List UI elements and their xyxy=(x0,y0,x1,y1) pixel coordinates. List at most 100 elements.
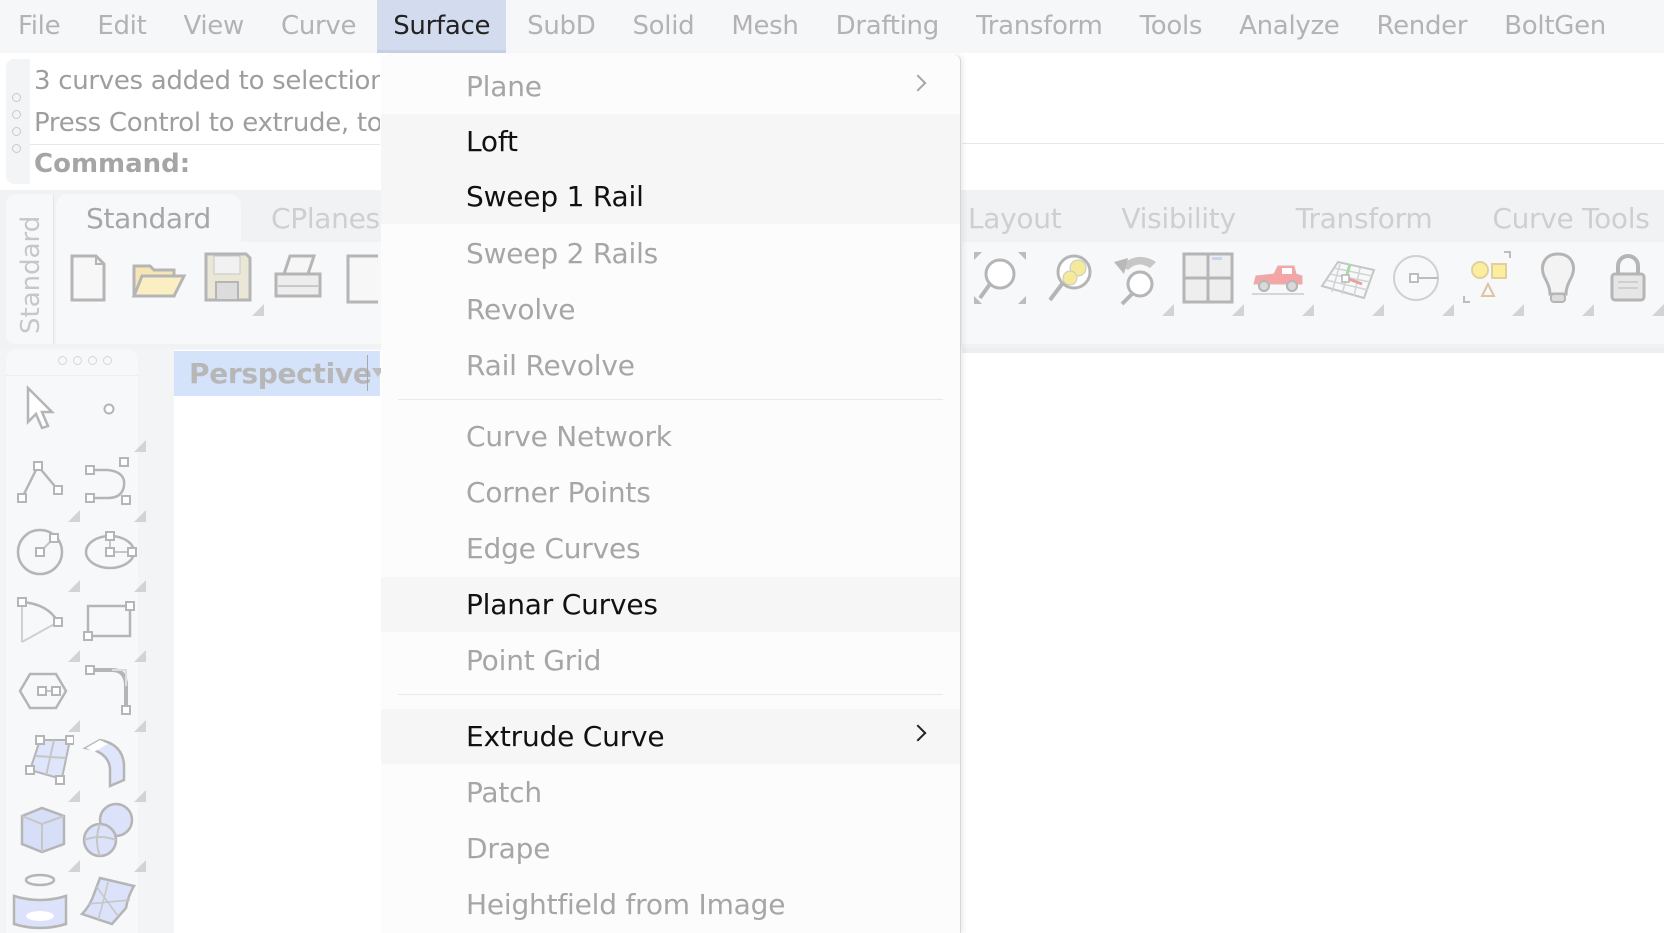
curve-icon[interactable] xyxy=(78,450,146,522)
menu-tools[interactable]: Tools xyxy=(1140,0,1203,53)
menu-render[interactable]: Render xyxy=(1377,0,1468,53)
open-folder-icon[interactable] xyxy=(128,248,188,308)
viewport-tab[interactable]: Perspective xyxy=(174,351,384,396)
surface-from-points-icon[interactable] xyxy=(12,730,80,802)
menu-bar: File Edit View Curve Surface SubD Solid … xyxy=(0,0,1664,53)
ellipse-icon[interactable] xyxy=(78,520,146,592)
tab-visibility[interactable]: Visibility xyxy=(1091,194,1265,242)
menu-curve[interactable]: Curve xyxy=(281,0,357,53)
command-divider xyxy=(962,143,1664,144)
light-bulb-icon[interactable] xyxy=(1528,248,1594,316)
tab-standard[interactable]: Standard xyxy=(56,194,241,242)
tab-layout[interactable]: Layout xyxy=(968,194,1091,242)
cylinder-icon[interactable] xyxy=(12,870,74,932)
menu-solid[interactable]: Solid xyxy=(632,0,694,53)
menu-boltgen[interactable]: BoltGen xyxy=(1504,0,1606,53)
menu-item-sweep-2-rails[interactable]: Sweep 2 Rails xyxy=(381,226,960,281)
flyout-corner xyxy=(1512,304,1524,316)
grip-dot xyxy=(12,127,21,136)
menu-drafting[interactable]: Drafting xyxy=(836,0,940,53)
grip-dot xyxy=(12,93,21,102)
zoom-extents-icon[interactable] xyxy=(970,248,1030,308)
menu-item-patch[interactable]: Patch xyxy=(381,765,960,820)
menu-item-label: Revolve xyxy=(466,293,576,326)
zoom-selected-icon[interactable] xyxy=(1040,248,1100,308)
lock-icon[interactable] xyxy=(1598,248,1664,316)
menu-item-extrude-curve[interactable]: Extrude Curve xyxy=(381,709,960,764)
circle-icon[interactable] xyxy=(12,520,80,592)
toolbar-group-tab[interactable]: Standard xyxy=(6,194,54,344)
menu-item-label: Rail Revolve xyxy=(466,349,635,382)
command-history-line: Press Control to extrude, to xyxy=(34,108,380,138)
menu-item-edge-curves[interactable]: Edge Curves xyxy=(381,521,960,576)
command-divider xyxy=(30,144,380,145)
arc-icon[interactable] xyxy=(12,590,80,662)
flyout-corner xyxy=(1582,304,1594,316)
select-arrow-icon[interactable] xyxy=(12,380,74,442)
polygon-icon[interactable] xyxy=(12,660,80,732)
object-snap-icon[interactable] xyxy=(1388,248,1454,316)
menu-surface[interactable]: Surface xyxy=(377,0,507,53)
menu-item-planar-curves[interactable]: Planar Curves xyxy=(381,577,960,632)
mesh-surface-icon[interactable] xyxy=(78,870,140,932)
toolbar-group-label: Standard xyxy=(16,215,46,334)
polyline-icon[interactable] xyxy=(12,450,80,522)
undo-view-icon[interactable] xyxy=(1108,248,1174,316)
point-icon[interactable] xyxy=(78,380,146,452)
flyout-corner xyxy=(1232,304,1244,316)
import-icon[interactable] xyxy=(338,248,378,308)
flyout-corner xyxy=(252,304,264,316)
menu-mesh[interactable]: Mesh xyxy=(731,0,799,53)
flyout-corner xyxy=(1372,304,1384,316)
menu-item-revolve[interactable]: Revolve xyxy=(381,282,960,337)
command-history-line: 3 curves added to selection. xyxy=(34,66,380,96)
rectangle-icon[interactable] xyxy=(78,590,146,662)
menu-subd[interactable]: SubD xyxy=(527,0,596,53)
tab-transform[interactable]: Transform xyxy=(1266,194,1463,242)
menu-file[interactable]: File xyxy=(18,0,61,53)
menu-item-label: Sweep 2 Rails xyxy=(466,237,659,270)
print-icon[interactable] xyxy=(268,248,328,308)
submenu-chevron-icon xyxy=(909,74,927,92)
command-grip-handle[interactable] xyxy=(6,59,30,184)
menu-item-label: Loft xyxy=(466,125,518,158)
save-icon[interactable] xyxy=(198,248,264,316)
cplane-grid-icon[interactable] xyxy=(1318,248,1384,316)
menu-item-point-grid[interactable]: Point Grid xyxy=(381,633,960,688)
extrude-surface-icon[interactable] xyxy=(78,730,146,802)
menu-item-label: Drape xyxy=(466,832,551,865)
menu-transform[interactable]: Transform xyxy=(976,0,1103,53)
menu-item-sweep-1-rail[interactable]: Sweep 1 Rail xyxy=(381,169,960,224)
flyout-corner xyxy=(1162,304,1174,316)
command-prompt[interactable]: Command: xyxy=(34,149,190,179)
palette-grip-handle[interactable] xyxy=(58,356,112,365)
select-objects-icon[interactable] xyxy=(1458,248,1524,316)
menu-view[interactable]: View xyxy=(183,0,244,53)
menu-item-heightfield-from-image[interactable]: Heightfield from Image xyxy=(381,877,960,932)
menu-item-label: Edge Curves xyxy=(466,532,641,565)
menu-item-label: Planar Curves xyxy=(466,588,658,621)
menu-item-corner-points[interactable]: Corner Points xyxy=(381,465,960,520)
four-viewports-icon[interactable] xyxy=(1178,248,1244,316)
menu-item-label: Sweep 1 Rail xyxy=(466,180,644,213)
grip-dot xyxy=(12,110,21,119)
menu-item-drape[interactable]: Drape xyxy=(381,821,960,876)
box-icon[interactable] xyxy=(12,800,80,872)
fillet-curve-icon[interactable] xyxy=(78,660,146,732)
toolbar-tabs-left: Standard CPlanes xyxy=(56,194,410,242)
menu-item-loft[interactable]: Loft xyxy=(381,114,960,169)
menu-edit[interactable]: Edit xyxy=(97,0,146,53)
surface-menu-dropdown: Plane Loft Sweep 1 Rail Sweep 2 Rails Re… xyxy=(381,55,960,933)
rendered-car-icon[interactable] xyxy=(1248,248,1314,316)
sphere-icon[interactable] xyxy=(78,800,146,872)
menu-item-plane[interactable]: Plane xyxy=(381,59,960,114)
grip-dot xyxy=(12,144,21,153)
menu-item-label: Patch xyxy=(466,776,542,809)
menu-item-rail-revolve[interactable]: Rail Revolve xyxy=(381,338,960,393)
viewport-title: Perspective xyxy=(189,357,372,390)
new-file-icon[interactable] xyxy=(58,248,118,308)
toolbar-tabs-right: Layout Visibility Transform Curve Tools … xyxy=(968,194,1664,242)
menu-item-curve-network[interactable]: Curve Network xyxy=(381,409,960,464)
menu-analyze[interactable]: Analyze xyxy=(1239,0,1340,53)
tab-curve-tools[interactable]: Curve Tools xyxy=(1462,194,1664,242)
